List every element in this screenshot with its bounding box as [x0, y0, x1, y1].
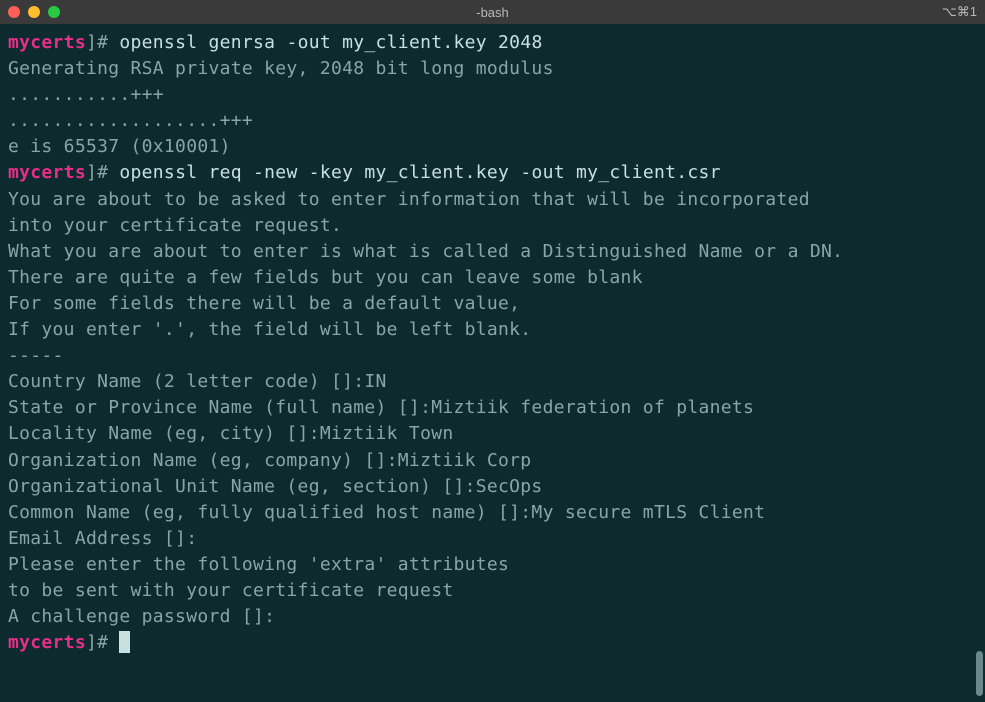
prompt-dir: mycerts	[8, 632, 86, 653]
terminal-line: For some fields there will be a default …	[8, 291, 977, 317]
prompt-hash: #	[97, 632, 108, 653]
prompt-hash: #	[97, 162, 108, 183]
command-text: openssl genrsa -out my_client.key 2048	[108, 32, 542, 53]
cursor-icon	[119, 631, 130, 653]
terminal-line: Email Address []:	[8, 526, 977, 552]
window-titlebar: -bash ⌥⌘1	[0, 0, 985, 24]
window-title: -bash	[476, 5, 509, 20]
terminal-line: e is 65537 (0x10001)	[8, 134, 977, 160]
terminal-line: into your certificate request.	[8, 213, 977, 239]
command-text: openssl req -new -key my_client.key -out…	[108, 162, 721, 183]
terminal-line: Please enter the following 'extra' attri…	[8, 552, 977, 578]
prompt-dir: mycerts	[8, 32, 86, 53]
terminal-line: There are quite a few fields but you can…	[8, 265, 977, 291]
terminal-line: -----	[8, 343, 977, 369]
terminal-line: Locality Name (eg, city) []:Miztiik Town	[8, 421, 977, 447]
window-shortcut-indicator: ⌥⌘1	[942, 4, 977, 20]
terminal-line: If you enter '.', the field will be left…	[8, 317, 977, 343]
terminal-line: Organization Name (eg, company) []:Mizti…	[8, 448, 977, 474]
terminal-line: mycerts]# openssl genrsa -out my_client.…	[8, 30, 977, 56]
window-controls	[8, 6, 60, 18]
terminal-line: mycerts]# openssl req -new -key my_clien…	[8, 160, 977, 186]
terminal-line: You are about to be asked to enter infor…	[8, 187, 977, 213]
prompt-bracket: ]	[86, 632, 97, 653]
command-text	[108, 632, 119, 653]
terminal-line: Organizational Unit Name (eg, section) […	[8, 474, 977, 500]
prompt-dir: mycerts	[8, 162, 86, 183]
terminal-line: What you are about to enter is what is c…	[8, 239, 977, 265]
prompt-hash: #	[97, 32, 108, 53]
terminal-line: State or Province Name (full name) []:Mi…	[8, 395, 977, 421]
prompt-bracket: ]	[86, 162, 97, 183]
terminal-line: Generating RSA private key, 2048 bit lon…	[8, 56, 977, 82]
terminal-line: A challenge password []:	[8, 604, 977, 630]
maximize-button[interactable]	[48, 6, 60, 18]
terminal-output[interactable]: mycerts]# openssl genrsa -out my_client.…	[0, 24, 985, 702]
prompt-bracket: ]	[86, 32, 97, 53]
terminal-line: ...........+++	[8, 82, 977, 108]
scrollbar-thumb[interactable]	[976, 651, 983, 696]
terminal-line: mycerts]#	[8, 630, 977, 656]
terminal-line: Country Name (2 letter code) []:IN	[8, 369, 977, 395]
minimize-button[interactable]	[28, 6, 40, 18]
terminal-line: Common Name (eg, fully qualified host na…	[8, 500, 977, 526]
terminal-line: to be sent with your certificate request	[8, 578, 977, 604]
terminal-line: ...................+++	[8, 108, 977, 134]
close-button[interactable]	[8, 6, 20, 18]
